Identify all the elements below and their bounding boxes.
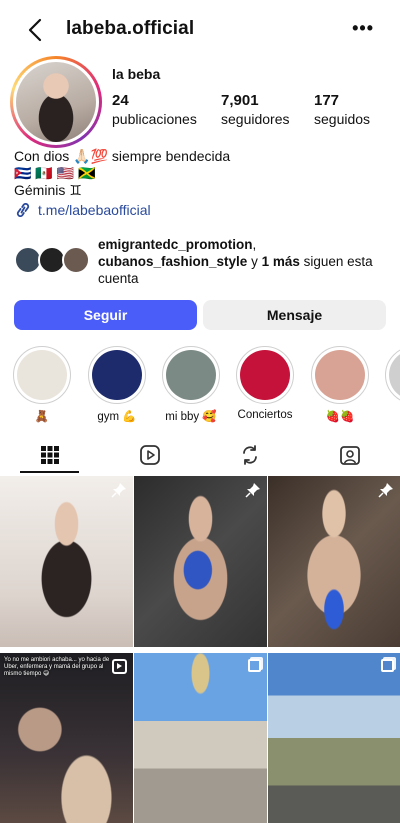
- story-highlights: 🧸 gym 💪 mi bby 🥰 Conciertos 🍓🍓: [0, 346, 400, 426]
- follow-button[interactable]: Seguir: [14, 300, 197, 330]
- profile-avatar[interactable]: [10, 56, 102, 148]
- reposts-icon: [243, 445, 257, 465]
- follower-avatar: [62, 246, 90, 274]
- carousel-icon: [248, 659, 261, 672]
- grid-icon: [41, 446, 59, 464]
- bio-line: 🇨🇺 🇲🇽 🇺🇸 🇯🇲: [14, 165, 96, 181]
- stat-posts-label: publicaciones: [112, 111, 197, 127]
- posts-grid: Yo no me ambiori achaba... yo hacia de U…: [0, 476, 400, 823]
- highlight-cover: [389, 350, 400, 400]
- post-thumbnail[interactable]: [134, 476, 267, 647]
- reels-icon: [140, 445, 160, 465]
- highlight-label: 🧸: [34, 411, 50, 423]
- reel-icon: [112, 659, 127, 674]
- highlight-cover: [17, 350, 67, 400]
- followed-by[interactable]: emigrantedc_promotion, cubanos_fashion_st…: [14, 236, 386, 286]
- highlight-cover: [315, 350, 365, 400]
- post-thumbnail[interactable]: Yo no me ambiori achaba... yo hacia de U…: [0, 653, 133, 823]
- highlight-label: gym 💪: [97, 411, 137, 423]
- bio-link[interactable]: t.me/labebaofficial: [14, 202, 151, 218]
- bio: Con dios 🙏🏻💯 siempre bendecida 🇨🇺 🇲🇽 🇺🇸 …: [14, 148, 384, 199]
- pin-icon: [245, 483, 260, 498]
- link-icon: [16, 203, 30, 217]
- highlight-cover: [92, 350, 142, 400]
- tagged-icon: [340, 446, 360, 465]
- display-name: la beba: [112, 66, 161, 82]
- highlight-item[interactable]: 🍓🍓: [310, 346, 370, 423]
- post-thumbnail[interactable]: [134, 653, 267, 823]
- bio-link-text: t.me/labebaofficial: [38, 202, 151, 218]
- stat-following-label: seguidos: [314, 111, 371, 127]
- stat-followers-label: seguidores: [221, 111, 290, 127]
- followed-by-text: emigrantedc_promotion, cubanos_fashion_st…: [98, 237, 373, 286]
- profile-username: labeba.official: [66, 18, 195, 39]
- highlight-label: 🍓🍓: [325, 411, 355, 423]
- pin-icon: [378, 483, 393, 498]
- post-thumbnail[interactable]: [0, 476, 133, 647]
- highlight-item[interactable]: 🧸: [12, 346, 72, 423]
- highlight-item[interactable]: [384, 346, 400, 404]
- profile-tabs: [0, 436, 400, 474]
- highlight-cover: [166, 350, 216, 400]
- tab-reels[interactable]: [110, 436, 190, 474]
- tab-grid[interactable]: [10, 436, 90, 474]
- tab-reposts[interactable]: [210, 436, 290, 474]
- back-arrow-icon[interactable]: [22, 16, 50, 44]
- avatar-photo: [16, 62, 96, 142]
- active-tab-indicator: [20, 471, 79, 473]
- post-thumbnail[interactable]: [268, 653, 400, 823]
- highlight-cover: [240, 350, 290, 400]
- highlight-item[interactable]: Conciertos: [235, 346, 295, 421]
- highlight-item[interactable]: mi bby 🥰: [161, 346, 221, 423]
- bio-line: Con dios 🙏🏻💯 siempre bendecida: [14, 148, 231, 164]
- post-caption-overlay: Yo no me ambiori achaba... yo hacia de U…: [4, 657, 110, 677]
- pin-icon: [111, 483, 126, 498]
- top-bar: labeba.official •••: [0, 0, 400, 60]
- bio-line: Géminis ♊: [14, 182, 82, 198]
- stat-posts[interactable]: 24 publicaciones: [112, 92, 197, 127]
- tab-tagged[interactable]: [310, 436, 390, 474]
- stat-followers-value: 7,901: [221, 92, 259, 109]
- carousel-icon: [381, 659, 394, 672]
- stat-posts-value: 24: [112, 92, 129, 109]
- stat-following-value: 177: [314, 92, 340, 109]
- stat-followers[interactable]: 7,901 seguidores: [221, 92, 290, 127]
- highlight-label: mi bby 🥰: [165, 411, 217, 423]
- message-button[interactable]: Mensaje: [203, 300, 386, 330]
- highlight-label: Conciertos: [237, 409, 293, 421]
- post-thumbnail[interactable]: [268, 476, 400, 647]
- more-options-icon[interactable]: •••: [352, 18, 374, 38]
- highlight-item[interactable]: gym 💪: [87, 346, 147, 423]
- stat-following[interactable]: 177 seguidos: [314, 92, 370, 127]
